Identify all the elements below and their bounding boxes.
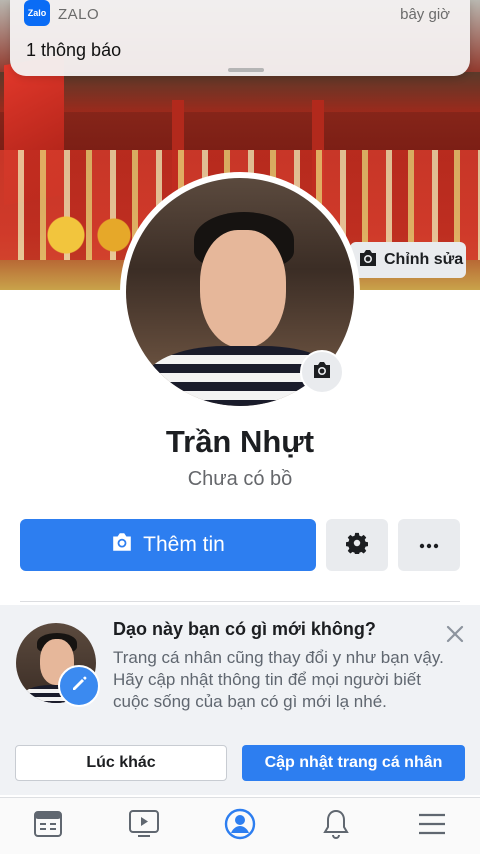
section-divider <box>20 601 460 602</box>
edit-cover-label: Chỉnh sửa <box>384 251 464 268</box>
bottom-navigation <box>0 797 480 854</box>
change-profile-picture-button[interactable] <box>300 350 344 394</box>
settings-button[interactable] <box>326 519 388 571</box>
nav-news-feed[interactable] <box>28 806 68 846</box>
close-icon <box>444 625 466 649</box>
more-options-button[interactable] <box>398 519 460 571</box>
zalo-app-icon: Zalo <box>24 0 50 26</box>
news-feed-icon <box>33 810 63 843</box>
nav-profile[interactable] <box>220 806 260 846</box>
menu-icon <box>417 812 447 841</box>
card-description: Trang cá nhân cũng thay đổi y như bạn vậ… <box>113 648 444 711</box>
camera-icon <box>358 249 378 272</box>
card-title: Dạo này bạn có gì mới không? <box>113 619 376 639</box>
gear-icon <box>345 532 369 559</box>
profile-name: Trần Nhựt <box>165 424 315 459</box>
nav-notifications[interactable] <box>316 806 356 846</box>
notifications-bell-icon <box>321 808 351 845</box>
nav-menu[interactable] <box>412 806 452 846</box>
relationship-status: Chưa có bồ <box>187 468 293 490</box>
more-dots-icon <box>419 536 439 554</box>
update-profile-button[interactable]: Cập nhật trang cá nhân <box>242 745 465 781</box>
notification-message: 1 thông báo <box>26 40 122 60</box>
notification-time: bây giờ <box>400 6 450 23</box>
notification-banner[interactable]: Zalo ZALO bây giờ 1 thông báo <box>10 0 470 76</box>
later-button[interactable]: Lúc khác <box>15 745 227 781</box>
edit-cover-button[interactable]: Chỉnh sửa <box>350 242 466 278</box>
add-story-label: Thêm tin <box>143 533 225 556</box>
camera-icon <box>111 532 133 558</box>
notification-grabber[interactable] <box>228 68 264 72</box>
cover-roof <box>0 72 480 112</box>
dismiss-button[interactable] <box>444 623 466 645</box>
profile-icon <box>224 808 256 845</box>
avatar-face <box>200 230 286 348</box>
pencil-icon <box>70 675 88 698</box>
watch-video-icon <box>128 809 160 844</box>
nav-watch[interactable] <box>124 806 164 846</box>
notification-app-name: ZALO <box>58 6 100 23</box>
edit-pencil-badge <box>58 665 100 707</box>
camera-icon <box>312 361 332 384</box>
add-story-button[interactable]: Thêm tin <box>20 519 316 571</box>
